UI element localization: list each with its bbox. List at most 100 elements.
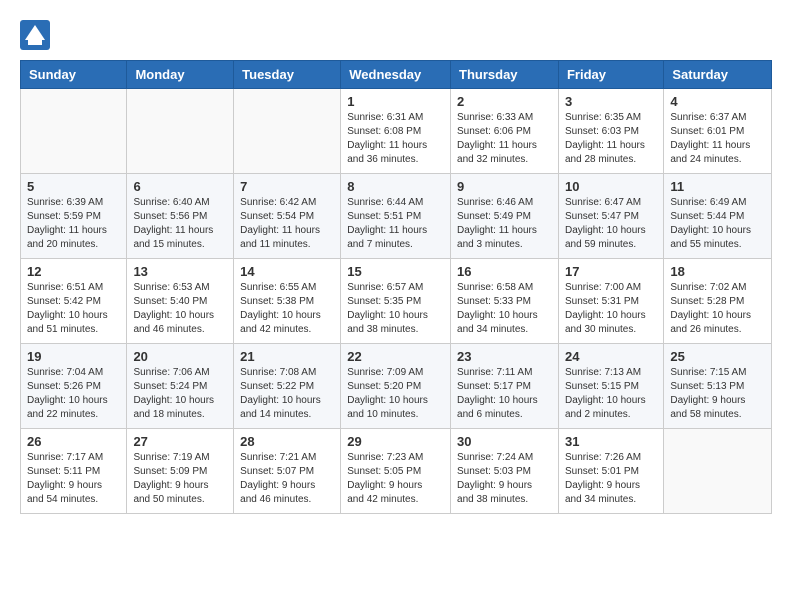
calendar-cell: 23 Sunrise: 7:11 AM Sunset: 5:17 PM Dayli… — [451, 344, 559, 429]
day-number: 26 — [27, 434, 120, 449]
day-number: 12 — [27, 264, 120, 279]
day-info: Sunrise: 6:37 AM Sunset: 6:01 PM Dayligh… — [670, 111, 765, 167]
calendar-table: SundayMondayTuesdayWednesdayThursdayFrid… — [20, 60, 772, 514]
calendar-cell: 22 Sunrise: 7:09 AM Sunset: 5:20 PM Dayli… — [341, 344, 451, 429]
day-info: Sunrise: 6:44 AM Sunset: 5:51 PM Dayligh… — [347, 196, 444, 252]
day-number: 24 — [565, 349, 657, 364]
day-number: 1 — [347, 94, 444, 109]
calendar-cell — [21, 89, 127, 174]
calendar-cell: 2 Sunrise: 6:33 AM Sunset: 6:06 PM Daylig… — [451, 89, 559, 174]
calendar-cell: 31Sunrise: 7:26 AM Sunset: 5:01 PM Dayli… — [558, 429, 663, 514]
day-info: Sunrise: 6:46 AM Sunset: 5:49 PM Dayligh… — [457, 196, 552, 252]
day-info: Sunrise: 7:21 AM Sunset: 5:07 PM Dayligh… — [240, 451, 334, 507]
calendar-cell: 8 Sunrise: 6:44 AM Sunset: 5:51 PM Daylig… — [341, 174, 451, 259]
calendar-cell: 10Sunrise: 6:47 AM Sunset: 5:47 PM Dayli… — [558, 174, 663, 259]
calendar-day-header: Friday — [558, 61, 663, 89]
calendar-cell — [234, 89, 341, 174]
calendar-day-header: Thursday — [451, 61, 559, 89]
day-info: Sunrise: 7:09 AM Sunset: 5:20 PM Dayligh… — [347, 366, 444, 422]
day-info: Sunrise: 7:06 AM Sunset: 5:24 PM Dayligh… — [133, 366, 227, 422]
day-number: 20 — [133, 349, 227, 364]
day-number: 27 — [133, 434, 227, 449]
day-number: 9 — [457, 179, 552, 194]
day-number: 6 — [133, 179, 227, 194]
day-number: 30 — [457, 434, 552, 449]
calendar-cell: 29 Sunrise: 7:23 AM Sunset: 5:05 PM Dayli… — [341, 429, 451, 514]
day-number: 8 — [347, 179, 444, 194]
day-info: Sunrise: 7:00 AM Sunset: 5:31 PM Dayligh… — [565, 281, 657, 337]
calendar-cell: 11 Sunrise: 6:49 AM Sunset: 5:44 PM Dayli… — [664, 174, 772, 259]
day-info: Sunrise: 6:58 AM Sunset: 5:33 PM Dayligh… — [457, 281, 552, 337]
calendar-day-header: Saturday — [664, 61, 772, 89]
day-info: Sunrise: 6:55 AM Sunset: 5:38 PM Dayligh… — [240, 281, 334, 337]
logo — [20, 20, 54, 50]
day-info: Sunrise: 7:24 AM Sunset: 5:03 PM Dayligh… — [457, 451, 552, 507]
day-info: Sunrise: 7:17 AM Sunset: 5:11 PM Dayligh… — [27, 451, 120, 507]
calendar-week-row: 1Sunrise: 6:31 AM Sunset: 6:08 PM Daylig… — [21, 89, 772, 174]
day-info: Sunrise: 6:47 AM Sunset: 5:47 PM Dayligh… — [565, 196, 657, 252]
calendar-cell: 15 Sunrise: 6:57 AM Sunset: 5:35 PM Dayli… — [341, 259, 451, 344]
calendar-cell: 14 Sunrise: 6:55 AM Sunset: 5:38 PM Dayli… — [234, 259, 341, 344]
day-info: Sunrise: 6:49 AM Sunset: 5:44 PM Dayligh… — [670, 196, 765, 252]
day-info: Sunrise: 6:53 AM Sunset: 5:40 PM Dayligh… — [133, 281, 227, 337]
calendar-cell: 16 Sunrise: 6:58 AM Sunset: 5:33 PM Dayli… — [451, 259, 559, 344]
day-number: 17 — [565, 264, 657, 279]
day-number: 13 — [133, 264, 227, 279]
day-info: Sunrise: 6:40 AM Sunset: 5:56 PM Dayligh… — [133, 196, 227, 252]
calendar-cell: 17 Sunrise: 7:00 AM Sunset: 5:31 PM Dayli… — [558, 259, 663, 344]
day-info: Sunrise: 7:11 AM Sunset: 5:17 PM Dayligh… — [457, 366, 552, 422]
day-number: 22 — [347, 349, 444, 364]
calendar-cell: 19Sunrise: 7:04 AM Sunset: 5:26 PM Dayli… — [21, 344, 127, 429]
calendar-cell: 5 Sunrise: 6:39 AM Sunset: 5:59 PM Daylig… — [21, 174, 127, 259]
calendar-cell: 4 Sunrise: 6:37 AM Sunset: 6:01 PM Daylig… — [664, 89, 772, 174]
calendar-cell: 3Sunrise: 6:35 AM Sunset: 6:03 PM Daylig… — [558, 89, 663, 174]
day-number: 11 — [670, 179, 765, 194]
calendar-cell: 9 Sunrise: 6:46 AM Sunset: 5:49 PM Daylig… — [451, 174, 559, 259]
day-number: 21 — [240, 349, 334, 364]
calendar-cell — [127, 89, 234, 174]
calendar-cell: 30 Sunrise: 7:24 AM Sunset: 5:03 PM Dayli… — [451, 429, 559, 514]
calendar-cell: 27 Sunrise: 7:19 AM Sunset: 5:09 PM Dayli… — [127, 429, 234, 514]
day-number: 7 — [240, 179, 334, 194]
calendar-day-header: Monday — [127, 61, 234, 89]
day-number: 29 — [347, 434, 444, 449]
calendar-cell: 24 Sunrise: 7:13 AM Sunset: 5:15 PM Dayli… — [558, 344, 663, 429]
calendar-week-row: 19Sunrise: 7:04 AM Sunset: 5:26 PM Dayli… — [21, 344, 772, 429]
calendar-header-row: SundayMondayTuesdayWednesdayThursdayFrid… — [21, 61, 772, 89]
calendar-week-row: 12 Sunrise: 6:51 AM Sunset: 5:42 PM Dayli… — [21, 259, 772, 344]
day-number: 16 — [457, 264, 552, 279]
day-number: 14 — [240, 264, 334, 279]
calendar-cell: 26 Sunrise: 7:17 AM Sunset: 5:11 PM Dayli… — [21, 429, 127, 514]
day-info: Sunrise: 7:19 AM Sunset: 5:09 PM Dayligh… — [133, 451, 227, 507]
calendar-cell: 7 Sunrise: 6:42 AM Sunset: 5:54 PM Daylig… — [234, 174, 341, 259]
day-info: Sunrise: 6:42 AM Sunset: 5:54 PM Dayligh… — [240, 196, 334, 252]
day-info: Sunrise: 7:26 AM Sunset: 5:01 PM Dayligh… — [565, 451, 657, 507]
day-number: 2 — [457, 94, 552, 109]
day-number: 25 — [670, 349, 765, 364]
day-info: Sunrise: 6:57 AM Sunset: 5:35 PM Dayligh… — [347, 281, 444, 337]
day-info: Sunrise: 6:35 AM Sunset: 6:03 PM Dayligh… — [565, 111, 657, 167]
calendar-week-row: 26 Sunrise: 7:17 AM Sunset: 5:11 PM Dayli… — [21, 429, 772, 514]
day-info: Sunrise: 6:51 AM Sunset: 5:42 PM Dayligh… — [27, 281, 120, 337]
calendar-cell: 28Sunrise: 7:21 AM Sunset: 5:07 PM Dayli… — [234, 429, 341, 514]
calendar-cell: 25 Sunrise: 7:15 AM Sunset: 5:13 PM Dayli… — [664, 344, 772, 429]
calendar-cell: 21 Sunrise: 7:08 AM Sunset: 5:22 PM Dayli… — [234, 344, 341, 429]
day-number: 15 — [347, 264, 444, 279]
day-number: 23 — [457, 349, 552, 364]
day-info: Sunrise: 7:02 AM Sunset: 5:28 PM Dayligh… — [670, 281, 765, 337]
day-info: Sunrise: 7:15 AM Sunset: 5:13 PM Dayligh… — [670, 366, 765, 422]
day-info: Sunrise: 6:33 AM Sunset: 6:06 PM Dayligh… — [457, 111, 552, 167]
day-info: Sunrise: 6:39 AM Sunset: 5:59 PM Dayligh… — [27, 196, 120, 252]
calendar-cell: 1Sunrise: 6:31 AM Sunset: 6:08 PM Daylig… — [341, 89, 451, 174]
day-info: Sunrise: 7:04 AM Sunset: 5:26 PM Dayligh… — [27, 366, 120, 422]
day-number: 4 — [670, 94, 765, 109]
day-info: Sunrise: 7:13 AM Sunset: 5:15 PM Dayligh… — [565, 366, 657, 422]
calendar-cell: 18Sunrise: 7:02 AM Sunset: 5:28 PM Dayli… — [664, 259, 772, 344]
day-info: Sunrise: 7:23 AM Sunset: 5:05 PM Dayligh… — [347, 451, 444, 507]
calendar-day-header: Sunday — [21, 61, 127, 89]
calendar-cell: 13 Sunrise: 6:53 AM Sunset: 5:40 PM Dayli… — [127, 259, 234, 344]
day-info: Sunrise: 7:08 AM Sunset: 5:22 PM Dayligh… — [240, 366, 334, 422]
calendar-day-header: Tuesday — [234, 61, 341, 89]
page-header — [20, 20, 772, 50]
day-number: 5 — [27, 179, 120, 194]
